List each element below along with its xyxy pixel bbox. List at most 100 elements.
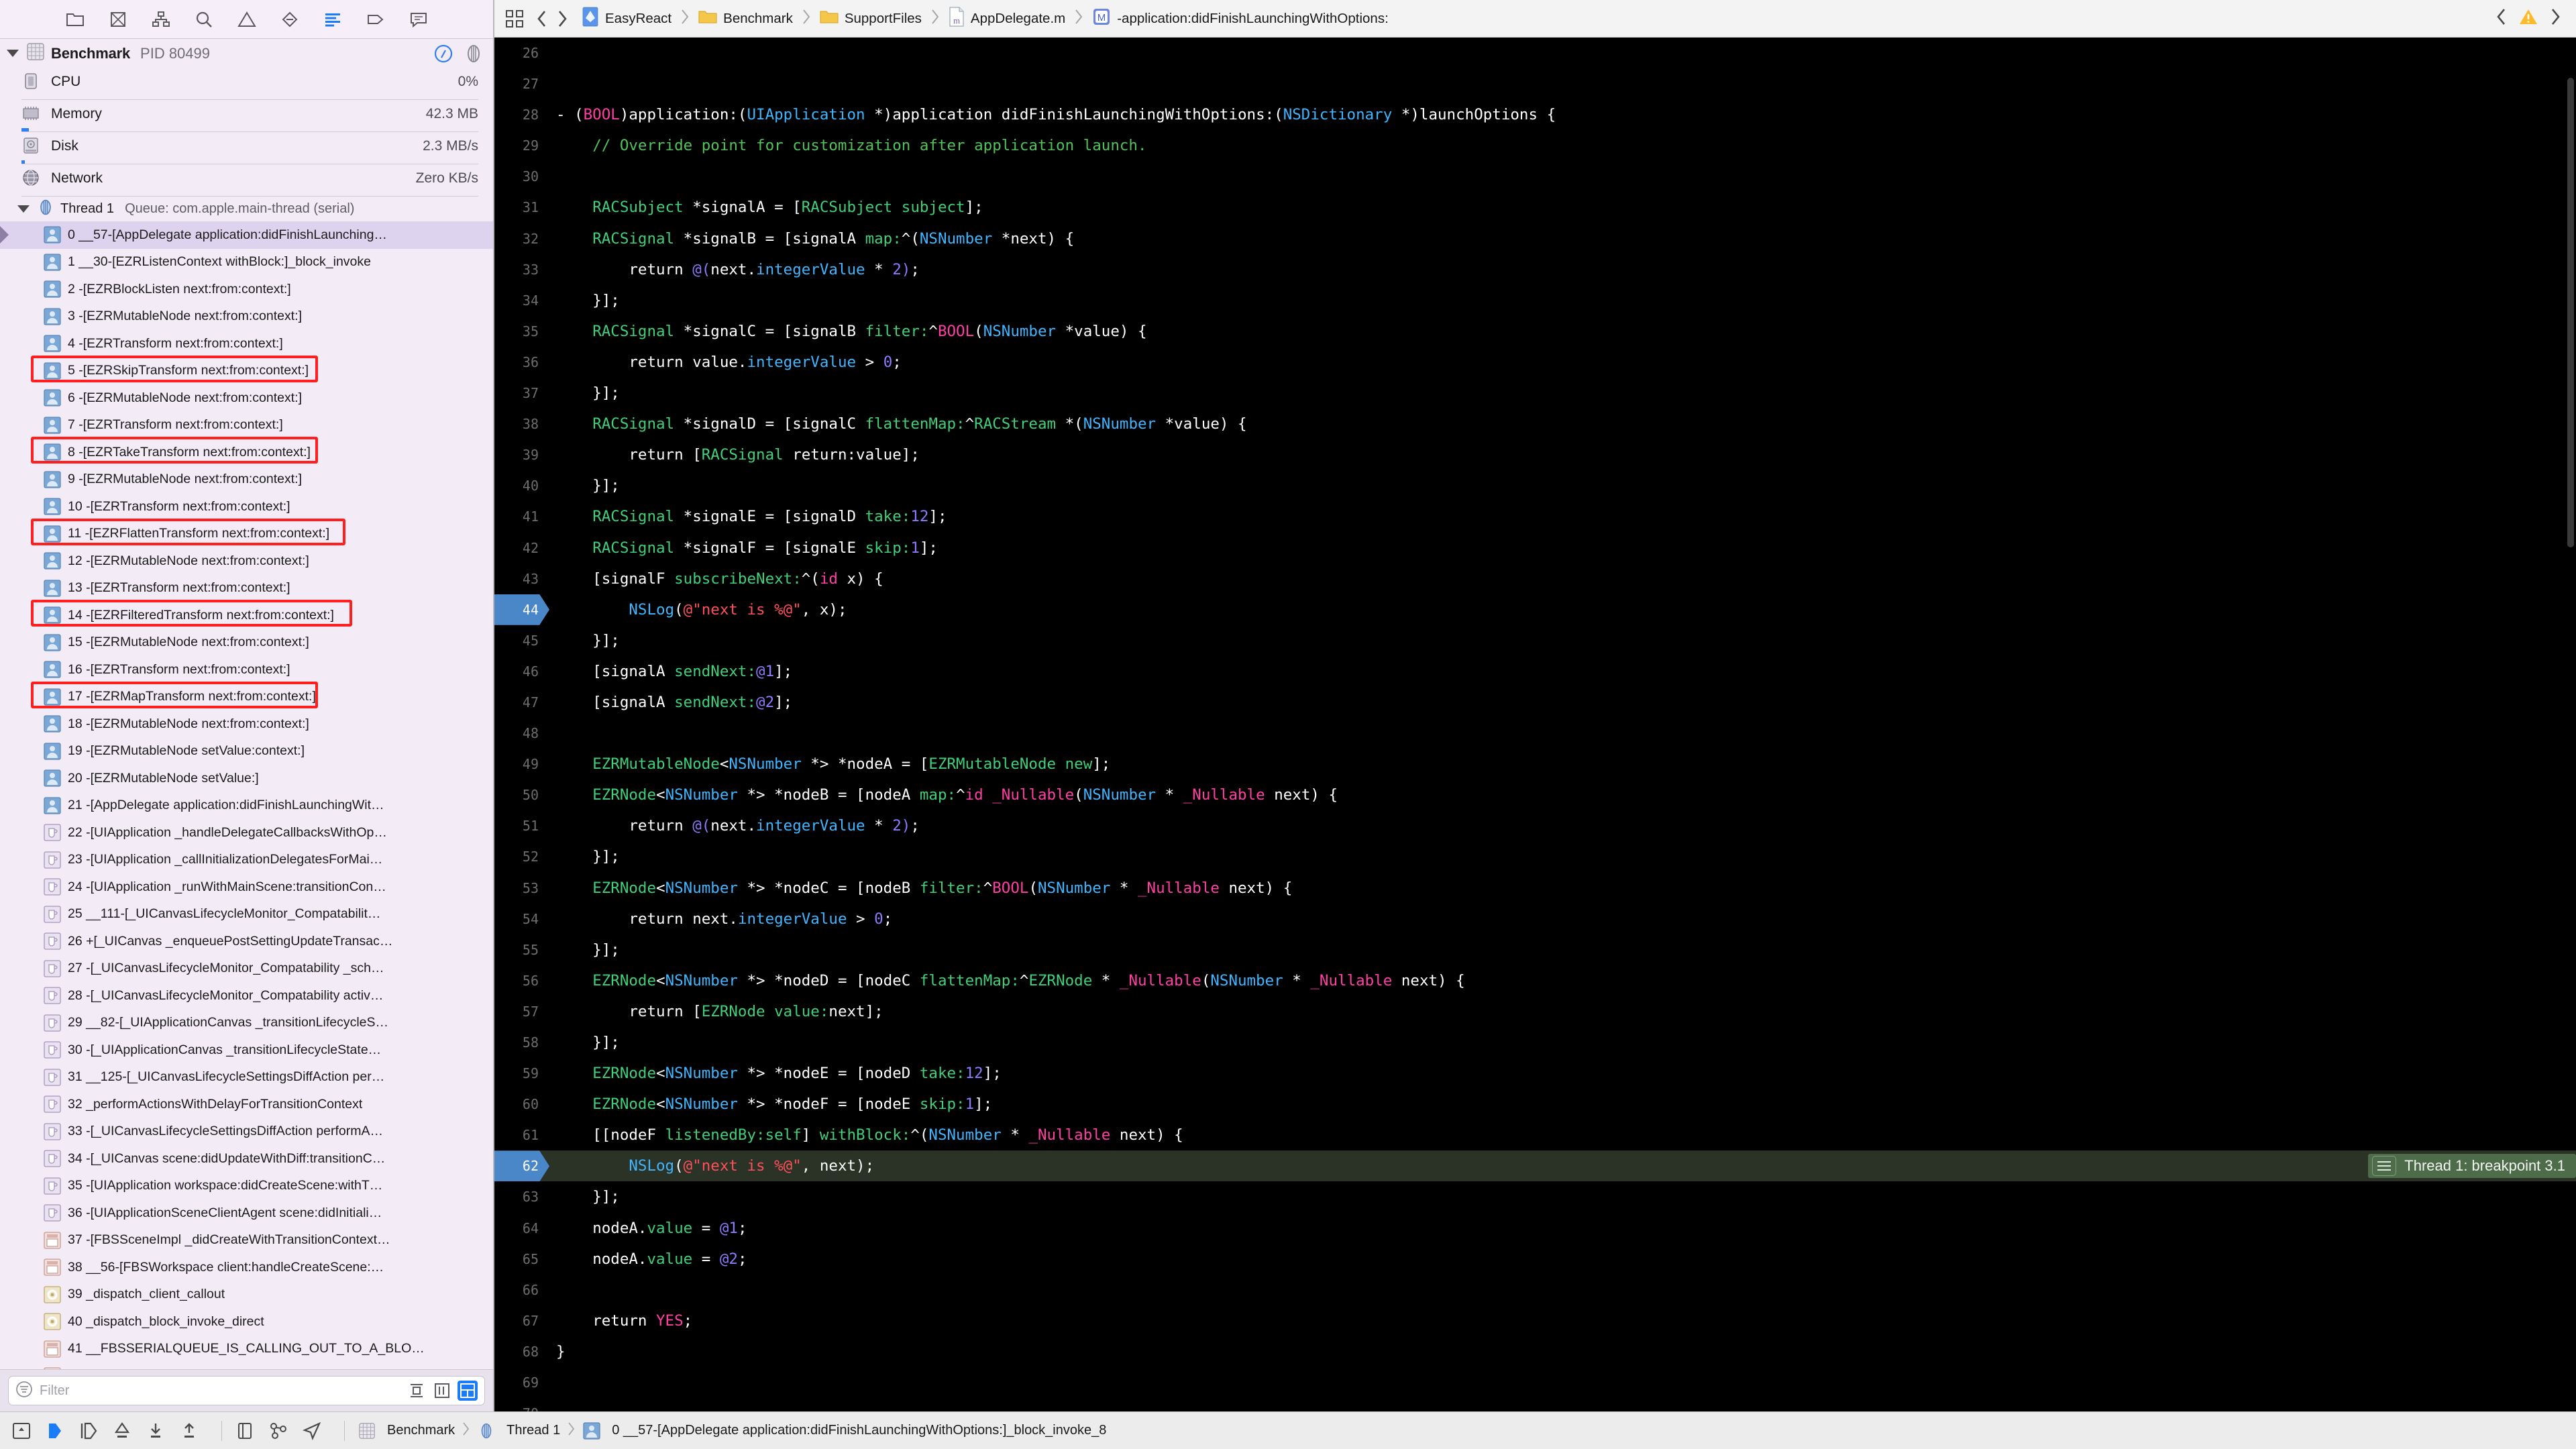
line-content[interactable]: [signalF subscribeNext:^(id x) { — [549, 564, 883, 594]
filter-input[interactable]: Filter — [8, 1376, 485, 1405]
line-content[interactable]: EZRNode<NSNumber *> *nodeD = [nodeC flat… — [549, 965, 1465, 996]
line-content[interactable]: }]; — [549, 841, 620, 872]
code-line[interactable]: 68} — [494, 1336, 2576, 1367]
line-number[interactable]: 54 — [494, 904, 549, 934]
line-number[interactable]: 33 — [494, 254, 549, 285]
stack-frame-row[interactable]: 29 __82-[_UIApplicationCanvas _transitio… — [0, 1010, 493, 1037]
line-content[interactable]: EZRNode<NSNumber *> *nodeF = [nodeE skip… — [549, 1089, 992, 1120]
line-number[interactable]: 51 — [494, 810, 549, 841]
line-number[interactable]: 39 — [494, 439, 549, 470]
stack-frame-row[interactable]: 12 -[EZRMutableNode next:from:context:] — [0, 547, 493, 575]
gauge-row-cpu[interactable]: CPU0% — [0, 68, 493, 96]
code-line[interactable]: 27 — [494, 68, 2576, 99]
line-content[interactable]: RACSignal *signalE = [signalD take:12]; — [549, 501, 947, 532]
prev-issue-icon[interactable] — [2494, 7, 2509, 30]
line-content[interactable]: - (BOOL)application:(UIApplication *)app… — [549, 99, 1556, 130]
code-line[interactable]: 56 EZRNode<NSNumber *> *nodeD = [nodeC f… — [494, 965, 2576, 996]
line-content[interactable]: } — [549, 1336, 566, 1367]
line-number[interactable]: 58 — [494, 1027, 549, 1058]
stack-frame-row[interactable]: 39 _dispatch_client_callout — [0, 1281, 493, 1309]
code-lines[interactable]: 262728- (BOOL)application:(UIApplication… — [494, 38, 2576, 1411]
line-number[interactable]: 64 — [494, 1213, 549, 1244]
stack-frame-row[interactable]: 36 -[UIApplicationSceneClientAgent scene… — [0, 1199, 493, 1227]
line-content[interactable]: RACSignal *signalB = [signalA map:^(NSNu… — [549, 223, 1074, 254]
show-all-frames-icon[interactable] — [458, 1381, 478, 1401]
code-line[interactable]: 32 RACSignal *signalB = [signalA map:^(N… — [494, 223, 2576, 254]
line-number[interactable]: 60 — [494, 1089, 549, 1120]
stack-frame-row[interactable]: 20 -[EZRMutableNode setValue:] — [0, 765, 493, 792]
line-number[interactable]: 53 — [494, 873, 549, 904]
source-control-icon[interactable] — [107, 8, 129, 31]
code-line[interactable]: 35 RACSignal *signalC = [signalB filter:… — [494, 316, 2576, 347]
code-line[interactable]: 30 — [494, 161, 2576, 192]
line-content[interactable]: }]; — [549, 1181, 620, 1212]
editor-vertical-scrollbar[interactable] — [2567, 78, 2574, 547]
stack-frame-row[interactable]: 37 -[FBSSceneImpl _didCreateWithTransiti… — [0, 1227, 493, 1254]
debug-breadcrumb[interactable]: BenchmarkThread 10 __57-[AppDelegate app… — [358, 1421, 1106, 1440]
stack-frame-row[interactable]: 11 -[EZRFlattenTransform next:from:conte… — [0, 521, 493, 548]
code-line[interactable]: 42 RACSignal *signalF = [signalE skip:1]… — [494, 533, 2576, 564]
debug-memory-graph-icon[interactable] — [266, 1419, 290, 1442]
line-number[interactable]: 31 — [494, 192, 549, 223]
line-content[interactable]: [[nodeF listenedBy:self] withBlock:^(NSN… — [549, 1120, 1183, 1150]
line-content[interactable]: EZRMutableNode<NSNumber *> *nodeA = [EZR… — [549, 749, 1110, 780]
code-line[interactable]: 65 nodeA.value = @2; — [494, 1244, 2576, 1275]
stack-frame-row[interactable]: 25 __111-[_UICanvasLifecycleMonitor_Comp… — [0, 901, 493, 928]
breadcrumb[interactable]: EasyReactBenchmarkSupportFilesmAppDelega… — [582, 7, 1389, 30]
line-number[interactable]: 67 — [494, 1305, 549, 1336]
line-number[interactable]: 41 — [494, 501, 549, 532]
line-number[interactable]: 38 — [494, 409, 549, 439]
stack-frame-row[interactable]: 10 -[EZRTransform next:from:context:] — [0, 493, 493, 521]
stack-frame-row[interactable]: 34 -[_UICanvas scene:didUpdateWithDiff:t… — [0, 1145, 493, 1173]
code-line[interactable]: 37 }]; — [494, 378, 2576, 409]
line-number[interactable]: 35 — [494, 316, 549, 347]
code-line[interactable]: 34 }]; — [494, 285, 2576, 316]
stack-frame-row[interactable]: 41 __FBSSERIALQUEUE_IS_CALLING_OUT_TO_A_… — [0, 1336, 493, 1363]
line-content[interactable]: RACSignal *signalD = [signalC flattenMap… — [549, 409, 1247, 439]
line-content[interactable]: EZRNode<NSNumber *> *nodeE = [nodeD take… — [549, 1058, 1002, 1089]
breadcrumb-item[interactable]: EasyReact — [582, 7, 672, 30]
line-content[interactable]: return next.integerValue > 0; — [549, 904, 892, 934]
line-content[interactable]: }]; — [549, 1027, 620, 1058]
line-content[interactable]: }]; — [549, 285, 620, 316]
line-number[interactable]: 49 — [494, 749, 549, 780]
line-content[interactable]: nodeA.value = @1; — [549, 1213, 747, 1244]
breadcrumb-item[interactable]: mAppDelegate.m — [949, 7, 1065, 30]
line-number[interactable]: 68 — [494, 1336, 549, 1367]
line-content[interactable]: RACSignal *signalF = [signalE skip:1]; — [549, 533, 938, 564]
code-line[interactable]: 47 [signalA sendNext:@2]; — [494, 687, 2576, 718]
gauge-row-memory[interactable]: Memory42.3 MB — [0, 100, 493, 128]
line-content[interactable]: return @(next.integerValue * 2); — [549, 810, 920, 841]
stack-frame-row[interactable]: 0 __57-[AppDelegate application:didFinis… — [0, 221, 493, 249]
line-number[interactable]: 43 — [494, 564, 549, 594]
code-line[interactable]: 61 [[nodeF listenedBy:self] withBlock:^(… — [494, 1120, 2576, 1150]
line-content[interactable]: EZRNode<NSNumber *> *nodeC = [nodeB filt… — [549, 873, 1292, 904]
thread-disclosure-icon[interactable] — [17, 205, 30, 213]
stack-frame-row[interactable]: 14 -[EZRFilteredTransform next:from:cont… — [0, 602, 493, 629]
debug-navigator-icon[interactable] — [321, 8, 344, 31]
nav-back-button[interactable] — [532, 8, 552, 30]
code-line[interactable]: 57 return [EZRNode value:next]; — [494, 996, 2576, 1027]
line-number[interactable]: 45 — [494, 625, 549, 656]
stack-frame-row[interactable]: 33 -[_UICanvasLifecycleSettingsDiffActio… — [0, 1118, 493, 1146]
line-number[interactable]: 28 — [494, 99, 549, 130]
source-editor[interactable]: 262728- (BOOL)application:(UIApplication… — [494, 38, 2576, 1411]
code-line[interactable]: 48 — [494, 718, 2576, 749]
code-line[interactable]: 29 // Override point for customization a… — [494, 130, 2576, 161]
breadcrumb-item[interactable]: M-application:didFinishLaunchingWithOpti… — [1092, 7, 1389, 30]
stack-frame-row[interactable]: 40 _dispatch_block_invoke_direct — [0, 1308, 493, 1336]
annotation-grip-icon[interactable] — [2372, 1156, 2396, 1176]
code-line[interactable]: 60 EZRNode<NSNumber *> *nodeF = [nodeE s… — [494, 1089, 2576, 1120]
line-number[interactable]: 61 — [494, 1120, 549, 1150]
stack-frame-row[interactable]: 38 __56-[FBSWorkspace client:handleCreat… — [0, 1254, 493, 1281]
stack-frame-row[interactable]: 18 -[EZRMutableNode next:from:context:] — [0, 710, 493, 738]
thread-icon[interactable] — [464, 44, 484, 64]
step-out-top-icon[interactable] — [177, 1419, 201, 1442]
line-number[interactable]: 50 — [494, 780, 549, 810]
line-number[interactable]: 32 — [494, 223, 549, 254]
code-line[interactable]: 43 [signalF subscribeNext:^(id x) { — [494, 564, 2576, 594]
line-number[interactable]: 70 — [494, 1398, 549, 1411]
step-out-icon[interactable] — [144, 1419, 168, 1442]
thread-header-row[interactable]: Thread 1 Queue: com.apple.main-thread (s… — [0, 197, 493, 221]
line-number[interactable]: 52 — [494, 841, 549, 872]
